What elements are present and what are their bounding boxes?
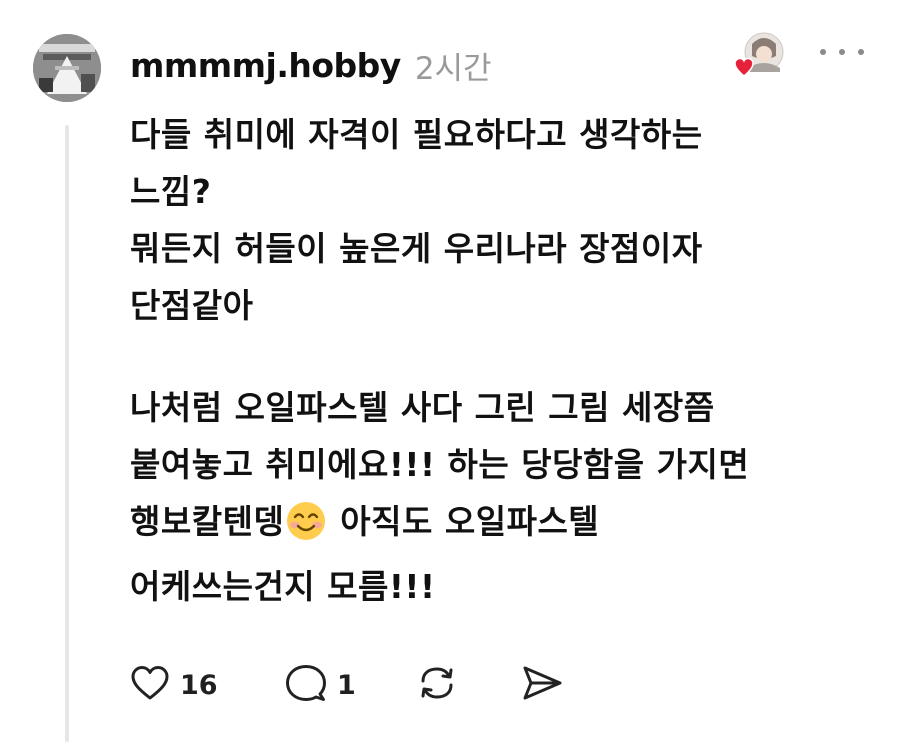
repost-button[interactable] xyxy=(415,663,520,707)
post-line: 단점같아 xyxy=(130,286,254,325)
like-button[interactable]: 16 xyxy=(130,664,285,706)
avatar[interactable] xyxy=(33,34,101,102)
heart-icon xyxy=(130,664,170,706)
share-button[interactable] xyxy=(520,663,564,707)
username[interactable]: mmmmj.hobby xyxy=(130,46,401,85)
post-line-text: 행보칼텐뎅 xyxy=(130,502,285,541)
post-header: mmmmj.hobby 2시간 xyxy=(130,40,492,90)
post-line: 행보칼텐뎅 아직도 오일파스텔 xyxy=(130,493,870,558)
post-line: 나처럼 오일파스텔 사다 그린 그림 세장쯤 xyxy=(130,388,715,427)
like-count: 16 xyxy=(180,669,218,701)
post-line-text: 아직도 오일파스텔 xyxy=(328,502,600,541)
action-bar: 16 1 xyxy=(130,660,564,710)
post-paragraph: 나처럼 오일파스텔 사다 그린 그림 세장쯤 붙여놓고 취미에요!!! 하는 당… xyxy=(130,379,870,615)
post-body: 다들 취미에 자격이 필요하다고 생각하는 느낌? 뭐든지 허들이 높은게 우리… xyxy=(130,106,870,615)
post-line: 느낌? xyxy=(130,172,212,211)
heart-badge-icon xyxy=(734,57,754,77)
smiling-face-icon xyxy=(286,501,326,558)
repost-icon xyxy=(415,663,459,707)
comment-icon xyxy=(285,663,327,707)
reply-count: 1 xyxy=(337,669,356,701)
post-paragraph: 다들 취미에 자격이 필요하다고 생각하는 느낌? 뭐든지 허들이 높은게 우리… xyxy=(130,106,870,334)
send-icon xyxy=(520,663,564,707)
post-time: 2시간 xyxy=(414,50,492,87)
reply-button[interactable]: 1 xyxy=(285,663,415,707)
post-line: 붙여놓고 취미에요!!! 하는 당당함을 가지면 xyxy=(130,445,750,484)
post-line: 어케쓰는건지 모름!!! xyxy=(130,567,436,606)
liked-by-author-indicator xyxy=(734,32,786,82)
thread-line xyxy=(65,125,69,742)
more-options-icon[interactable] xyxy=(820,40,864,64)
post-line: 뭐든지 허들이 높은게 우리나라 장점이자 xyxy=(130,229,703,268)
post-line: 다들 취미에 자격이 필요하다고 생각하는 xyxy=(130,115,703,154)
